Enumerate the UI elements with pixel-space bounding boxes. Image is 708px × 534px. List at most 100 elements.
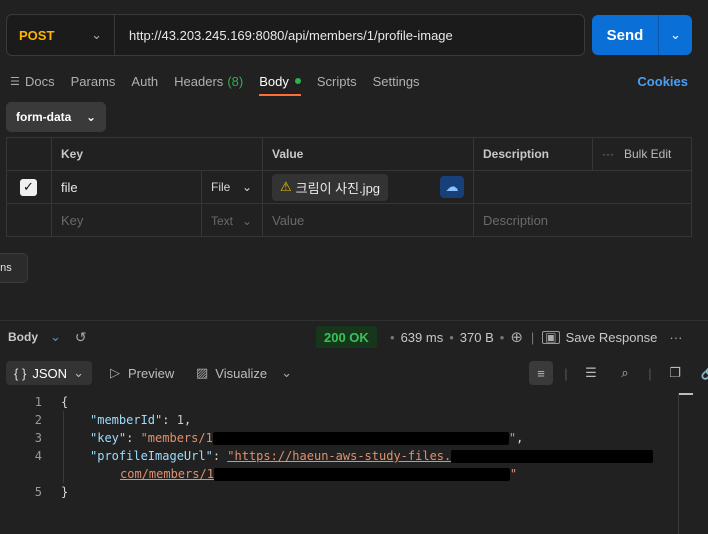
preview-label: Preview bbox=[128, 365, 175, 381]
bulk-edit-label: Bulk Edit bbox=[624, 147, 672, 161]
headers-count: (8) bbox=[227, 73, 244, 89]
form-data-table: Key Value Description ··· Bulk Edit ✓ fi… bbox=[6, 137, 692, 237]
tab-settings[interactable]: Settings bbox=[373, 66, 420, 96]
response-title[interactable]: Body bbox=[8, 330, 38, 344]
cookies-link[interactable]: Cookies bbox=[637, 74, 688, 89]
warning-icon: ⚠ bbox=[280, 179, 292, 194]
bulk-edit-button[interactable]: ··· Bulk Edit bbox=[593, 138, 693, 170]
header-value: Value bbox=[263, 138, 474, 170]
description-input[interactable]: Description bbox=[474, 204, 693, 237]
value-input[interactable]: Value bbox=[263, 204, 474, 237]
tab-label: Params bbox=[70, 73, 116, 89]
wrap-lines-icon[interactable]: ≡ bbox=[529, 361, 553, 385]
send-button[interactable]: Send ⌄ bbox=[592, 15, 692, 55]
indent-guide bbox=[63, 411, 64, 483]
format-select[interactable]: { } JSON ⌄ bbox=[6, 361, 92, 385]
type-select[interactable]: Text ⌄ bbox=[202, 204, 263, 237]
play-icon: ▷ bbox=[110, 365, 120, 380]
tab-label: Settings bbox=[372, 73, 420, 89]
header-description: Description bbox=[474, 138, 593, 170]
separator: | bbox=[648, 365, 652, 381]
body-mode-label: form-data bbox=[16, 110, 72, 124]
search-icon[interactable]: ⌕ bbox=[613, 361, 637, 385]
response-time[interactable]: 639 ms bbox=[401, 330, 444, 345]
row-type-select[interactable]: File ⌄ bbox=[202, 171, 263, 203]
code-text: com/members/1 " bbox=[120, 465, 517, 483]
history-icon[interactable]: ↺ bbox=[75, 329, 87, 346]
tab-body[interactable]: Body bbox=[259, 66, 301, 96]
redaction-bar bbox=[451, 450, 654, 463]
globe-icon[interactable]: ⊕ bbox=[510, 328, 523, 346]
chevron-down-icon: ⌄ bbox=[85, 110, 96, 124]
save-response-button[interactable]: Save Response bbox=[566, 330, 658, 345]
tab-scripts[interactable]: Scripts bbox=[317, 66, 357, 96]
json-url[interactable]: com/members/1 bbox=[120, 467, 214, 481]
chevron-down-icon[interactable]: ⌄ bbox=[281, 365, 292, 381]
link-icon[interactable]: 🔗 bbox=[697, 361, 708, 385]
pane-divider[interactable] bbox=[0, 320, 708, 321]
docs-icon: ☰ bbox=[10, 75, 20, 88]
type-label: Text bbox=[211, 213, 234, 228]
copy-icon[interactable]: ❐ bbox=[663, 361, 687, 385]
code-text: "memberId": 1, bbox=[90, 413, 192, 427]
row-description[interactable] bbox=[474, 171, 693, 203]
url-input[interactable]: http://43.203.245.169:8080/api/members/1… bbox=[115, 28, 453, 43]
line-number: 3 bbox=[34, 431, 42, 445]
visualize-button[interactable]: ▨ Visualize ⌄ bbox=[196, 363, 292, 383]
separator: • bbox=[499, 329, 505, 345]
separator: | bbox=[530, 329, 535, 345]
active-dot-icon bbox=[294, 78, 301, 84]
tab-label: Scripts bbox=[316, 73, 357, 89]
send-label: Send bbox=[606, 26, 644, 44]
json-string-end: " bbox=[508, 431, 517, 445]
cloud-upload-icon[interactable]: ☁ bbox=[440, 176, 464, 198]
tab-params[interactable]: Params bbox=[71, 66, 116, 96]
file-chip[interactable]: ⚠ 크림이 사진.jpg bbox=[272, 173, 389, 201]
more-icon[interactable]: ··· bbox=[669, 330, 682, 345]
response-size[interactable]: 370 B bbox=[460, 330, 494, 345]
save-icon: ▣ bbox=[542, 330, 560, 344]
more-icon: ··· bbox=[602, 147, 614, 161]
filter-icon[interactable]: ☰ bbox=[579, 361, 603, 385]
line-number: 4 bbox=[34, 449, 42, 463]
tab-docs[interactable]: ☰ Docs bbox=[10, 66, 55, 96]
tab-auth[interactable]: Auth bbox=[131, 66, 158, 96]
line-number: 5 bbox=[34, 485, 42, 499]
row-key[interactable]: file bbox=[52, 171, 202, 203]
redaction-bar bbox=[213, 468, 510, 481]
format-label: JSON bbox=[32, 365, 68, 381]
scrollbar-track[interactable] bbox=[678, 393, 679, 534]
scrollbar-thumb[interactable] bbox=[679, 393, 693, 395]
method-label: POST bbox=[19, 27, 55, 43]
line-number: 2 bbox=[34, 413, 42, 427]
table-row: ✓ file File ⌄ ⚠ 크림이 사진.jpg ☁ bbox=[7, 171, 691, 204]
json-key: "memberId" bbox=[90, 413, 163, 427]
tab-headers[interactable]: Headers (8) bbox=[174, 66, 243, 96]
tab-label: Auth bbox=[131, 73, 159, 89]
method-select[interactable]: POST ⌄ bbox=[7, 15, 115, 55]
status-badge[interactable]: 200 OK bbox=[316, 326, 377, 348]
body-mode-select[interactable]: form-data ⌄ bbox=[6, 102, 106, 132]
redaction-bar bbox=[212, 432, 509, 445]
request-tabs: ☰ Docs Params Auth Headers (8) Body Script… bbox=[10, 66, 436, 96]
json-url[interactable]: "https://haeun-aws-study-files. bbox=[227, 449, 451, 463]
type-label: File bbox=[211, 180, 231, 194]
chevron-down-icon[interactable]: ⌄ bbox=[50, 329, 61, 345]
chevron-down-icon: ⌄ bbox=[241, 213, 252, 228]
chevron-down-icon: ⌄ bbox=[73, 365, 84, 380]
separator: • bbox=[449, 329, 454, 345]
line-number: 1 bbox=[34, 395, 42, 409]
code-text: "profileImageUrl": "https://haeun-aws-st… bbox=[90, 447, 654, 465]
chevron-down-icon[interactable]: ⌄ bbox=[659, 27, 692, 43]
preview-button[interactable]: ▷ Preview bbox=[110, 363, 174, 383]
checkbox[interactable]: ✓ bbox=[20, 178, 37, 196]
code-text: "key": "members/1 ", bbox=[90, 431, 524, 445]
row-value: ⚠ 크림이 사진.jpg ☁ bbox=[263, 171, 474, 203]
braces-icon: { } bbox=[14, 365, 27, 381]
url-bar: POST ⌄ http://43.203.245.169:8080/api/me… bbox=[6, 14, 585, 56]
image-icon: ▨ bbox=[196, 365, 209, 380]
key-input[interactable]: Key bbox=[52, 204, 202, 237]
visualize-label: Visualize bbox=[215, 365, 268, 381]
row-check-cell: ✓ bbox=[7, 171, 52, 203]
code-text: } bbox=[61, 485, 69, 499]
